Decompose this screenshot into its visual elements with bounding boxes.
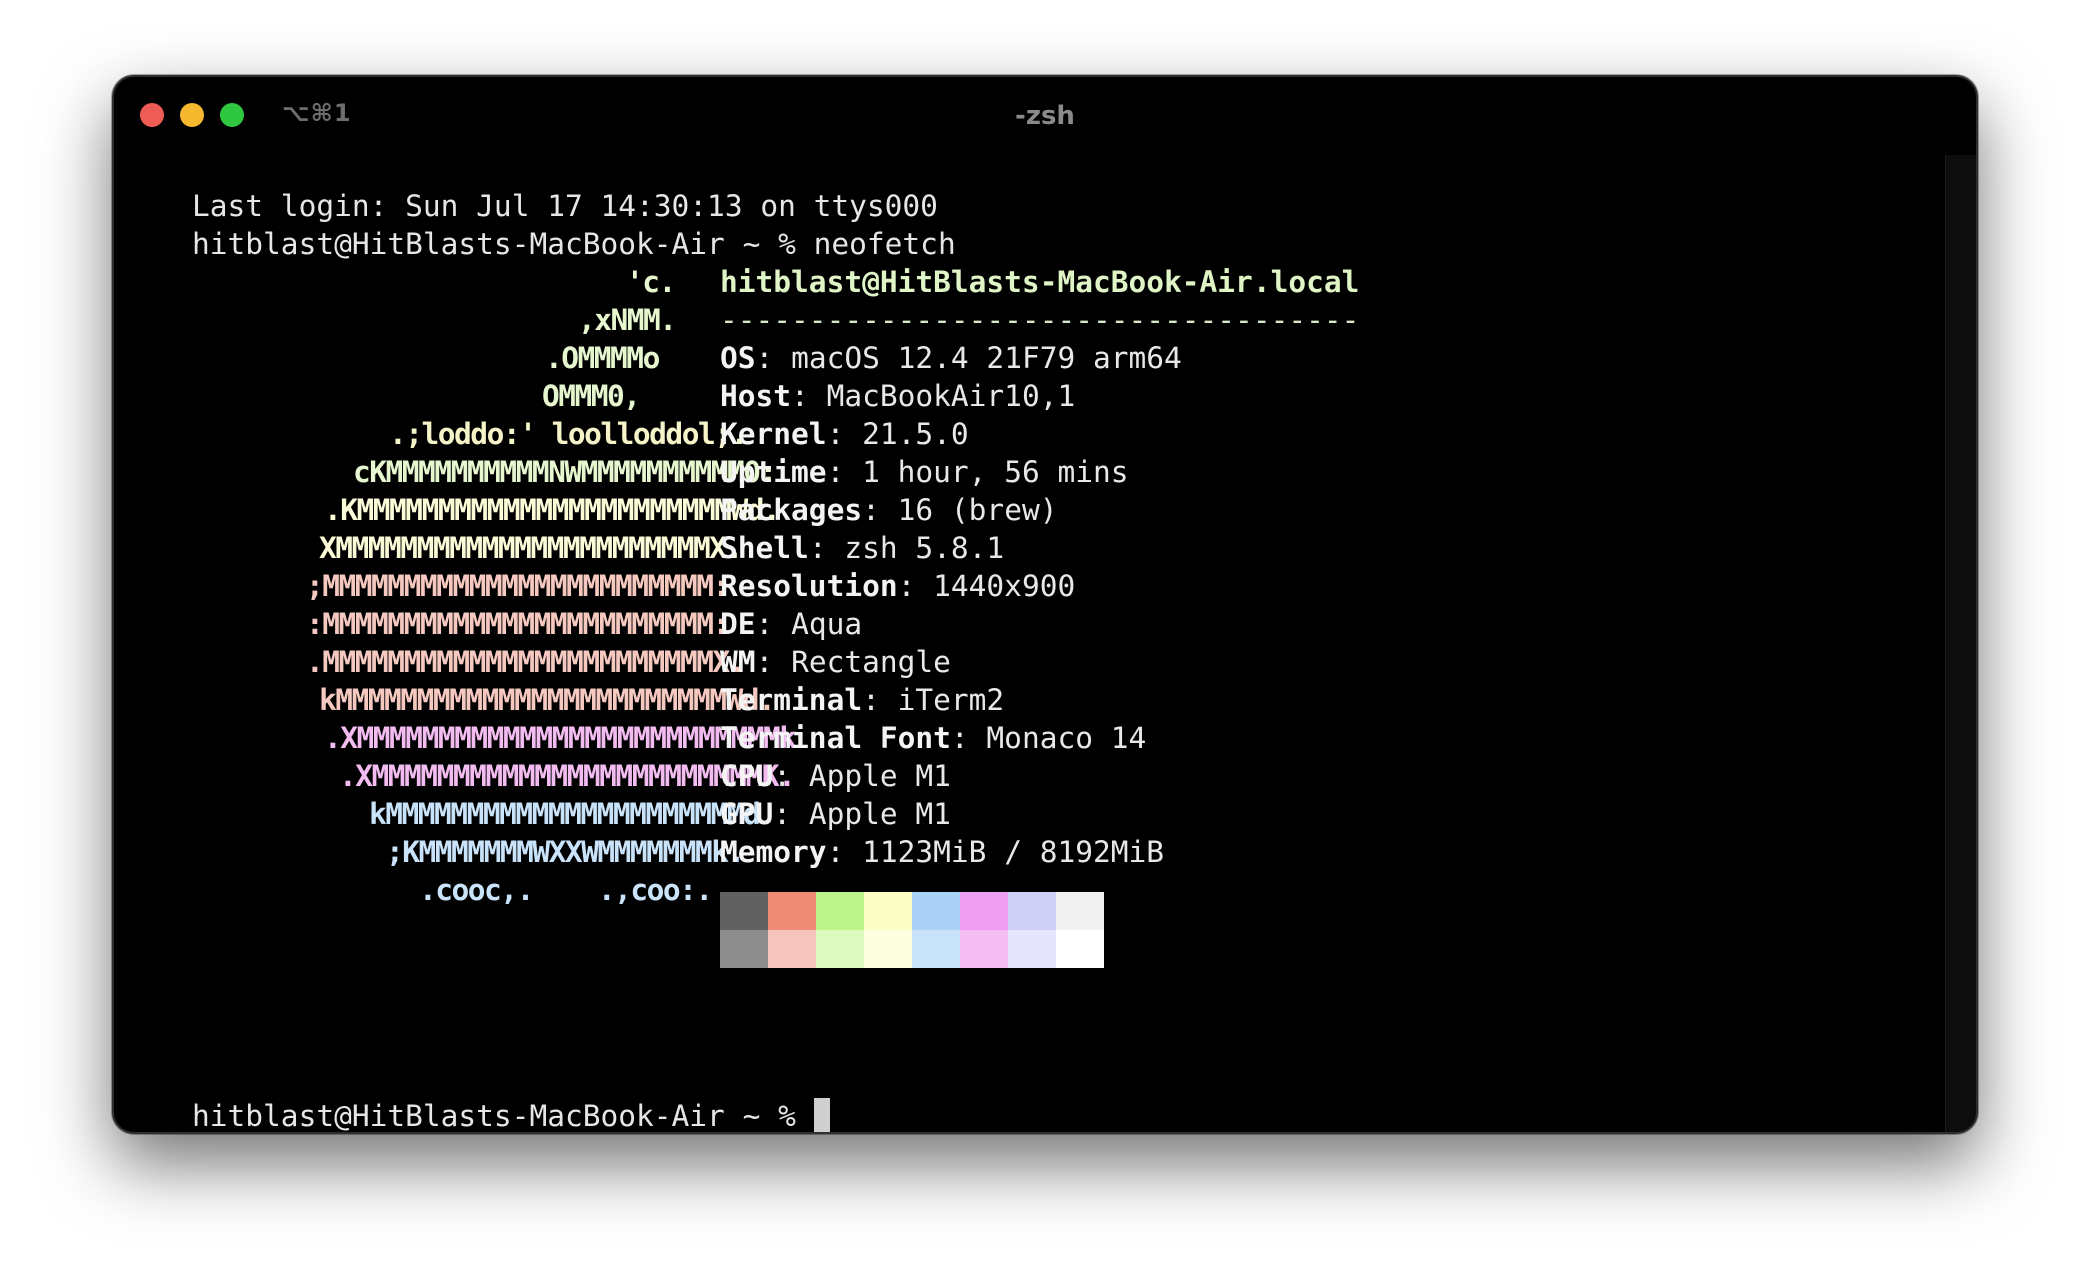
- color-palette: [720, 892, 1104, 968]
- prompt-command-line: hitblast@HitBlasts-MacBook-Air ~ % neofe…: [192, 227, 956, 261]
- color-swatch: [1056, 892, 1104, 930]
- info-value: zsh 5.8.1: [844, 531, 1005, 565]
- logo-line: 'c.: [626, 265, 676, 299]
- logo-line: ;KMMMMMMMWXXWMMMMMMMk.: [386, 835, 745, 869]
- logo-line: ;MMMMMMMMMMMMMMMMMMMMMMMM:: [306, 569, 730, 603]
- info-row: Shell: zsh 5.8.1: [720, 531, 1005, 565]
- info-key: CPU: [720, 759, 774, 793]
- info-row: Kernel: 21.5.0: [720, 417, 969, 451]
- info-key: Resolution: [720, 569, 898, 603]
- info-key: Terminal: [720, 683, 863, 717]
- info-key: Host: [720, 379, 792, 413]
- info-userhost: hitblast@HitBlasts-MacBook-Air.local: [720, 265, 1360, 299]
- logo-line: :MMMMMMMMMMMMMMMMMMMMMMMM:: [306, 607, 730, 641]
- color-swatch: [1008, 930, 1056, 968]
- color-swatch: [816, 930, 864, 968]
- info-value: Aqua: [791, 607, 863, 641]
- logo-line: kMMMMMMMMMMMMMMMMMMMMMMd: [369, 797, 761, 831]
- color-swatch: [1008, 892, 1056, 930]
- info-value: 16 (brew): [897, 493, 1058, 527]
- info-value: 1440x900: [933, 569, 1076, 603]
- color-swatch: [1056, 930, 1104, 968]
- logo-line: .MMMMMMMMMMMMMMMMMMMMMMMMX.: [306, 645, 747, 679]
- info-value: Monaco 14: [986, 721, 1147, 755]
- final-prompt: hitblast@HitBlasts-MacBook-Air ~ %: [192, 1099, 814, 1133]
- info-value: macOS 12.4 21F79 arm64: [791, 341, 1182, 375]
- logo-line: .cooc,. .,coo:.: [419, 873, 713, 907]
- color-swatch: [720, 892, 768, 930]
- color-swatch: [864, 930, 912, 968]
- last-login-line: Last login: Sun Jul 17 14:30:13 on ttys0…: [192, 189, 938, 223]
- logo-line: OMMM0,: [542, 379, 641, 413]
- info-key: Memory: [720, 835, 827, 869]
- info-separator: ------------------------------------: [720, 303, 1360, 337]
- info-row: CPU: Apple M1: [720, 759, 951, 793]
- info-key: Shell: [720, 531, 809, 565]
- info-row: DE: Aqua: [720, 607, 863, 641]
- info-key: Uptime: [720, 455, 827, 489]
- color-swatch: [960, 930, 1008, 968]
- logo-line: cKMMMMMMMMMMNWMMMMMMMMMM0:: [353, 455, 777, 489]
- info-value: Rectangle: [791, 645, 951, 679]
- logo-line: .KMMMMMMMMMMMMMMMMMMMMMMMWd.: [324, 493, 781, 527]
- logo-line: kMMMMMMMMMMMMMMMMMMMMMMMMWd.: [319, 683, 776, 717]
- info-value: Apple M1: [808, 797, 951, 831]
- info-value: 21.5.0: [862, 417, 969, 451]
- info-row: GPU: Apple M1: [720, 797, 951, 831]
- info-value: Apple M1: [808, 759, 951, 793]
- text-cursor: [813, 1098, 830, 1132]
- final-prompt-line: hitblast@HitBlasts-MacBook-Air ~ %: [192, 1097, 830, 1133]
- info-value: iTerm2: [897, 683, 1005, 717]
- info-row: OS: macOS 12.4 21F79 arm64: [720, 341, 1182, 375]
- logo-line: XMMMMMMMMMMMMMMMMMMMMMMMX.: [319, 531, 743, 565]
- terminal-window: ⌥⌘1 -zsh Last login: Sun Jul 17 14:30:13…: [112, 75, 1978, 1134]
- info-row: Memory: 1123MiB / 8192MiB: [720, 835, 1165, 869]
- color-swatch: [768, 892, 816, 930]
- info-row: Uptime: 1 hour, 56 mins: [720, 455, 1129, 489]
- color-swatch: [960, 892, 1008, 930]
- info-key: Packages: [720, 493, 863, 527]
- info-row: Terminal: iTerm2: [720, 683, 1005, 717]
- info-row: Packages: 16 (brew): [720, 493, 1058, 527]
- info-key: Terminal Font: [720, 721, 951, 755]
- color-swatch: [816, 892, 864, 930]
- color-swatch: [864, 892, 912, 930]
- info-row: Resolution: 1440x900: [720, 569, 1076, 603]
- info-row: WM: Rectangle: [720, 645, 951, 679]
- logo-line: .;loddo:' loolloddol;.: [389, 417, 748, 451]
- info-row: Host: MacBookAir10,1: [720, 379, 1076, 413]
- color-swatch: [912, 892, 960, 930]
- info-value: 1123MiB / 8192MiB: [862, 835, 1165, 869]
- color-swatch: [912, 930, 960, 968]
- logo-line: ,xNMM.: [578, 303, 677, 337]
- info-key: OS: [720, 341, 756, 375]
- info-key: WM: [720, 645, 756, 679]
- color-swatch: [720, 930, 768, 968]
- info-value: 1 hour, 56 mins: [862, 455, 1129, 489]
- color-swatch: [768, 930, 816, 968]
- terminal-content[interactable]: Last login: Sun Jul 17 14:30:13 on ttys0…: [114, 77, 1976, 1132]
- info-key: GPU: [720, 797, 774, 831]
- info-value: MacBookAir10,1: [826, 379, 1076, 413]
- info-key: Kernel: [720, 417, 827, 451]
- logo-line: .OMMMMo: [545, 341, 660, 375]
- info-key: DE: [720, 607, 756, 641]
- info-row: Terminal Font: Monaco 14: [720, 721, 1147, 755]
